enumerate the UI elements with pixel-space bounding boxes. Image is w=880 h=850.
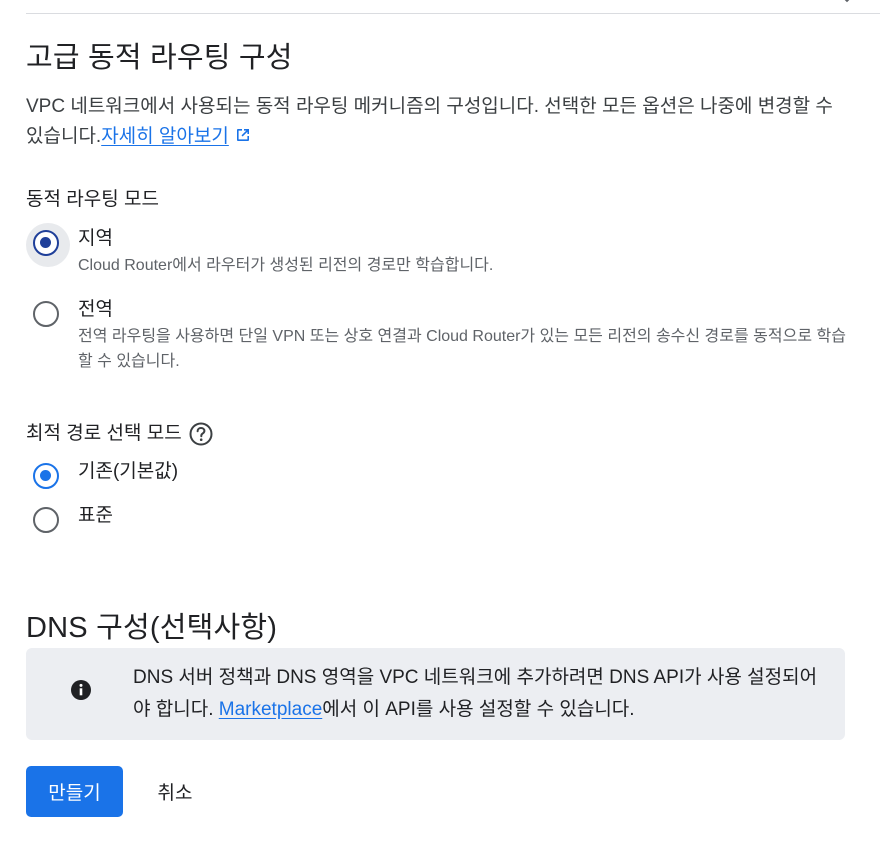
learn-more-label: 자세히 알아보기 [101,126,229,147]
radio-text-global: 전역 전역 라우팅을 사용하면 단일 VPN 또는 상호 연결과 Cloud R… [78,294,858,374]
dns-section: DNS 구성(선택사항) [26,610,856,646]
radio-circle [33,301,59,327]
best-path-mode-label: 최적 경로 선택 모드 [26,421,214,447]
dns-notice-text: DNS 서버 정책과 DNS 영역을 VPC 네트워크에 추가하려면 DNS A… [133,662,823,726]
radio-option-global[interactable]: 전역 전역 라우팅을 사용하면 단일 VPN 또는 상호 연결과 Cloud R… [26,294,858,374]
radio-label-legacy: 기존(기본값) [78,461,179,482]
radio-circle [33,230,59,256]
radio-option-standard[interactable]: 표준 [26,500,113,544]
radio-label-standard: 표준 [78,505,113,526]
open-in-new-icon[interactable] [235,127,251,143]
radio-description-regional: Cloud Router에서 라우터가 생성된 리전의 경로만 학습합니다. [78,257,494,274]
radio-button-standard[interactable] [26,500,70,544]
radio-text-legacy: 기존(기본값) [78,456,178,485]
radio-label-regional: 지역 [78,228,113,249]
dns-info-notice: DNS 서버 정책과 DNS 영역을 VPC 네트워크에 추가하려면 DNS A… [26,648,845,740]
advanced-routing-description: VPC 네트워크에서 사용되는 동적 라우팅 메커니즘의 구성입니다. 선택한 … [26,92,846,152]
help-circle-icon[interactable] [188,421,214,447]
radio-button-global[interactable] [26,294,70,338]
marketplace-link[interactable]: Marketplace [219,699,323,720]
chevron-down-icon [844,0,850,3]
radio-circle [33,507,59,533]
cancel-button[interactable]: 취소 [137,766,213,817]
learn-more-link[interactable]: 자세히 알아보기 [101,126,229,147]
section-divider [26,13,880,14]
radio-circle [33,463,59,489]
notice-text-after: 에서 이 API를 사용 설정할 수 있습니다. [322,699,635,720]
section-title-advanced-routing: 고급 동적 라우팅 구성 [26,42,293,74]
section-title-dns: DNS 구성(선택사항) [26,612,278,644]
radio-option-regional[interactable]: 지역 Cloud Router에서 라우터가 생성된 리전의 경로만 학습합니다… [26,223,493,278]
radio-label-global: 전역 [78,299,113,320]
info-icon [71,680,91,700]
radio-button-regional[interactable] [26,223,70,267]
radio-dot [40,470,51,481]
radio-option-legacy[interactable]: 기존(기본값) [26,456,178,500]
best-path-mode-text: 최적 경로 선택 모드 [26,423,182,444]
radio-button-legacy[interactable] [26,456,70,500]
routing-mode-label: 동적 라우팅 모드 [26,189,159,210]
radio-dot [40,237,51,248]
advanced-routing-section: 고급 동적 라우팅 구성 [26,40,856,76]
create-button[interactable]: 만들기 [26,766,123,817]
radio-text-regional: 지역 Cloud Router에서 라우터가 생성된 리전의 경로만 학습합니다… [78,223,493,278]
radio-text-standard: 표준 [78,500,113,529]
radio-description-global: 전역 라우팅을 사용하면 단일 VPN 또는 상호 연결과 Cloud Rout… [78,328,846,370]
